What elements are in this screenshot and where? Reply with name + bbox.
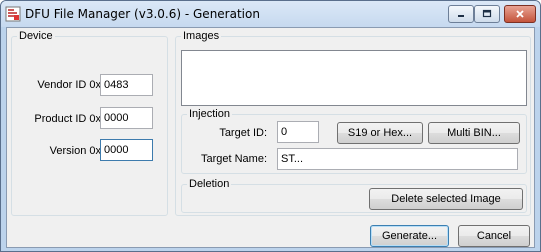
- injection-legend: Injection: [189, 108, 230, 120]
- dfu-app-icon: [5, 6, 21, 22]
- s19-or-hex-button[interactable]: S19 or Hex...: [337, 122, 423, 144]
- deletion-legend: Deletion: [189, 178, 230, 190]
- maximize-button[interactable]: [474, 5, 500, 23]
- vendor-id-label: Vendor ID 0x: [37, 79, 101, 91]
- target-id-label: Target ID:: [219, 127, 267, 139]
- maximize-icon: [482, 9, 492, 18]
- multi-bin-button[interactable]: Multi BIN...: [428, 122, 520, 144]
- window-title: DFU File Manager (v3.0.6) - Generation: [25, 7, 260, 21]
- dialog-body: Device Vendor ID 0x Product ID 0x Versio…: [6, 27, 535, 248]
- target-id-field[interactable]: [277, 121, 319, 143]
- generate-button[interactable]: Generate...: [370, 225, 449, 247]
- minimize-icon: [458, 15, 464, 17]
- product-id-field[interactable]: [100, 107, 153, 129]
- vendor-id-field[interactable]: [100, 74, 153, 96]
- minimize-button[interactable]: [448, 5, 474, 23]
- close-button[interactable]: [504, 5, 536, 23]
- images-legend: Images: [183, 30, 220, 42]
- dfu-file-manager-window: DFU File Manager (v3.0.6) - Generation D…: [0, 0, 541, 252]
- cancel-button[interactable]: Cancel: [458, 225, 530, 247]
- version-field[interactable]: [100, 139, 153, 161]
- delete-selected-image-button[interactable]: Delete selected Image: [369, 188, 523, 210]
- target-name-label: Target Name:: [200, 153, 267, 165]
- device-legend: Device: [19, 30, 53, 42]
- close-icon: [516, 10, 524, 18]
- images-list[interactable]: [181, 50, 527, 106]
- title-bar[interactable]: DFU File Manager (v3.0.6) - Generation: [1, 1, 540, 27]
- target-name-field[interactable]: [277, 148, 518, 170]
- version-label: Version 0x: [49, 145, 101, 157]
- product-id-label: Product ID 0x: [34, 113, 101, 125]
